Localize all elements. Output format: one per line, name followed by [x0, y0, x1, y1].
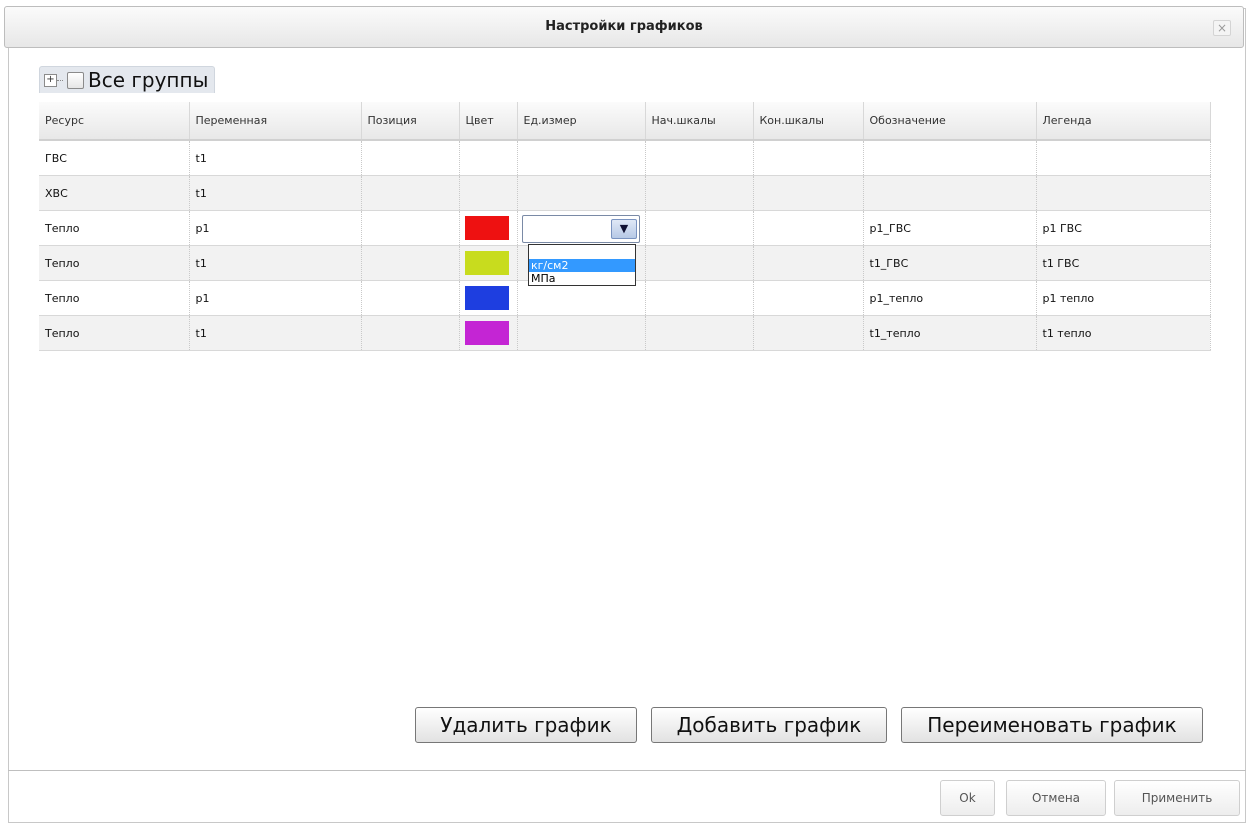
dropdown-option[interactable]: кг/см2 [529, 259, 635, 272]
cell-scale-start[interactable] [645, 245, 754, 281]
column-header-unit[interactable]: Ед.измер [517, 102, 646, 141]
cell-color[interactable] [459, 210, 518, 246]
cell-color[interactable] [459, 140, 518, 176]
tree-line [57, 79, 63, 81]
table-row[interactable]: ХВС t1 [39, 175, 1211, 211]
add-chart-button[interactable]: Добавить график [651, 707, 887, 743]
cell-scale-start[interactable] [645, 175, 754, 211]
cell-scale-end[interactable] [753, 175, 864, 211]
cell-position[interactable] [361, 280, 460, 316]
column-header-scale-end[interactable]: Кон.шкалы [753, 102, 864, 141]
cell-color[interactable] [459, 175, 518, 211]
cell-legend[interactable]: p1 ГВС [1036, 210, 1211, 246]
cell-position[interactable] [361, 175, 460, 211]
cell-scale-start[interactable] [645, 280, 754, 316]
cell-resource[interactable]: Тепло [39, 245, 190, 281]
cell-scale-start[interactable] [645, 140, 754, 176]
chevron-down-icon[interactable]: ▼ [611, 219, 637, 239]
cell-scale-end[interactable] [753, 245, 864, 281]
delete-chart-button[interactable]: Удалить график [415, 707, 637, 743]
cell-legend[interactable] [1036, 175, 1211, 211]
cell-color[interactable] [459, 315, 518, 351]
cell-position[interactable] [361, 245, 460, 281]
cell-variable[interactable]: p1 [189, 210, 362, 246]
cell-unit[interactable] [517, 140, 646, 176]
cell-designation[interactable] [863, 140, 1037, 176]
unit-dropdown-list: кг/см2 МПа [528, 244, 636, 286]
color-swatch[interactable] [464, 286, 509, 310]
column-header-legend[interactable]: Легенда [1036, 102, 1211, 141]
dialog-titlebar[interactable]: Настройки графиков × [4, 6, 1244, 48]
cell-variable[interactable]: t1 [189, 175, 362, 211]
column-header-variable[interactable]: Переменная [189, 102, 362, 141]
cell-position[interactable] [361, 210, 460, 246]
ok-button[interactable]: Ok [940, 780, 995, 816]
table-header: Ресурс Переменная Позиция Цвет Ед.измер … [39, 102, 1211, 141]
cell-variable[interactable]: p1 [189, 280, 362, 316]
cell-color[interactable] [459, 280, 518, 316]
cancel-button[interactable]: Отмена [1006, 780, 1106, 816]
cell-legend[interactable] [1036, 140, 1211, 176]
cell-variable[interactable]: t1 [189, 140, 362, 176]
cell-unit[interactable] [517, 315, 646, 351]
cell-resource[interactable]: ХВС [39, 175, 190, 211]
column-header-position[interactable]: Позиция [361, 102, 460, 141]
cell-legend[interactable]: t1 тепло [1036, 315, 1211, 351]
dialog-title: Настройки графиков [545, 19, 703, 34]
cell-resource[interactable]: Тепло [39, 210, 190, 246]
close-icon[interactable]: × [1213, 20, 1231, 36]
cell-legend[interactable]: p1 тепло [1036, 280, 1211, 316]
cell-unit[interactable] [517, 175, 646, 211]
cell-scale-start[interactable] [645, 315, 754, 351]
cell-resource[interactable]: Тепло [39, 280, 190, 316]
cell-resource[interactable]: Тепло [39, 315, 190, 351]
table-row[interactable]: ГВС t1 [39, 140, 1211, 176]
column-header-scale-start[interactable]: Нач.шкалы [645, 102, 754, 141]
cell-designation[interactable]: p1_ГВС [863, 210, 1037, 246]
footer-divider [8, 770, 1246, 771]
cell-designation[interactable]: t1_ГВС [863, 245, 1037, 281]
cell-designation[interactable]: t1_тепло [863, 315, 1037, 351]
all-groups-checkbox[interactable] [67, 71, 84, 89]
cell-scale-start[interactable] [645, 210, 754, 246]
expand-icon[interactable]: + [44, 73, 57, 87]
cell-designation[interactable]: p1_тепло [863, 280, 1037, 316]
cell-color[interactable] [459, 245, 518, 281]
table-row[interactable]: Тепло t1 t1_тепло t1 тепло [39, 315, 1211, 351]
apply-button[interactable]: Применить [1114, 780, 1240, 816]
unit-select[interactable]: ▼ [522, 215, 640, 243]
cell-variable[interactable]: t1 [189, 245, 362, 281]
dropdown-option[interactable]: МПа [529, 272, 635, 285]
column-header-designation[interactable]: Обозначение [863, 102, 1037, 141]
cell-position[interactable] [361, 140, 460, 176]
cell-scale-end[interactable] [753, 280, 864, 316]
rename-chart-button[interactable]: Переименовать график [901, 707, 1203, 743]
cell-position[interactable] [361, 315, 460, 351]
cell-scale-end[interactable] [753, 140, 864, 176]
cell-variable[interactable]: t1 [189, 315, 362, 351]
column-header-color[interactable]: Цвет [459, 102, 518, 141]
cell-resource[interactable]: ГВС [39, 140, 190, 176]
group-selector: + Все группы [39, 66, 216, 93]
cell-scale-end[interactable] [753, 210, 864, 246]
color-swatch[interactable] [464, 216, 509, 240]
column-header-resource[interactable]: Ресурс [39, 102, 190, 141]
dropdown-option-empty[interactable] [529, 245, 635, 259]
color-swatch[interactable] [464, 321, 509, 345]
all-groups-label: Все группы [88, 68, 209, 92]
cell-legend[interactable]: t1 ГВС [1036, 245, 1211, 281]
cell-designation[interactable] [863, 175, 1037, 211]
cell-scale-end[interactable] [753, 315, 864, 351]
color-swatch[interactable] [464, 251, 509, 275]
